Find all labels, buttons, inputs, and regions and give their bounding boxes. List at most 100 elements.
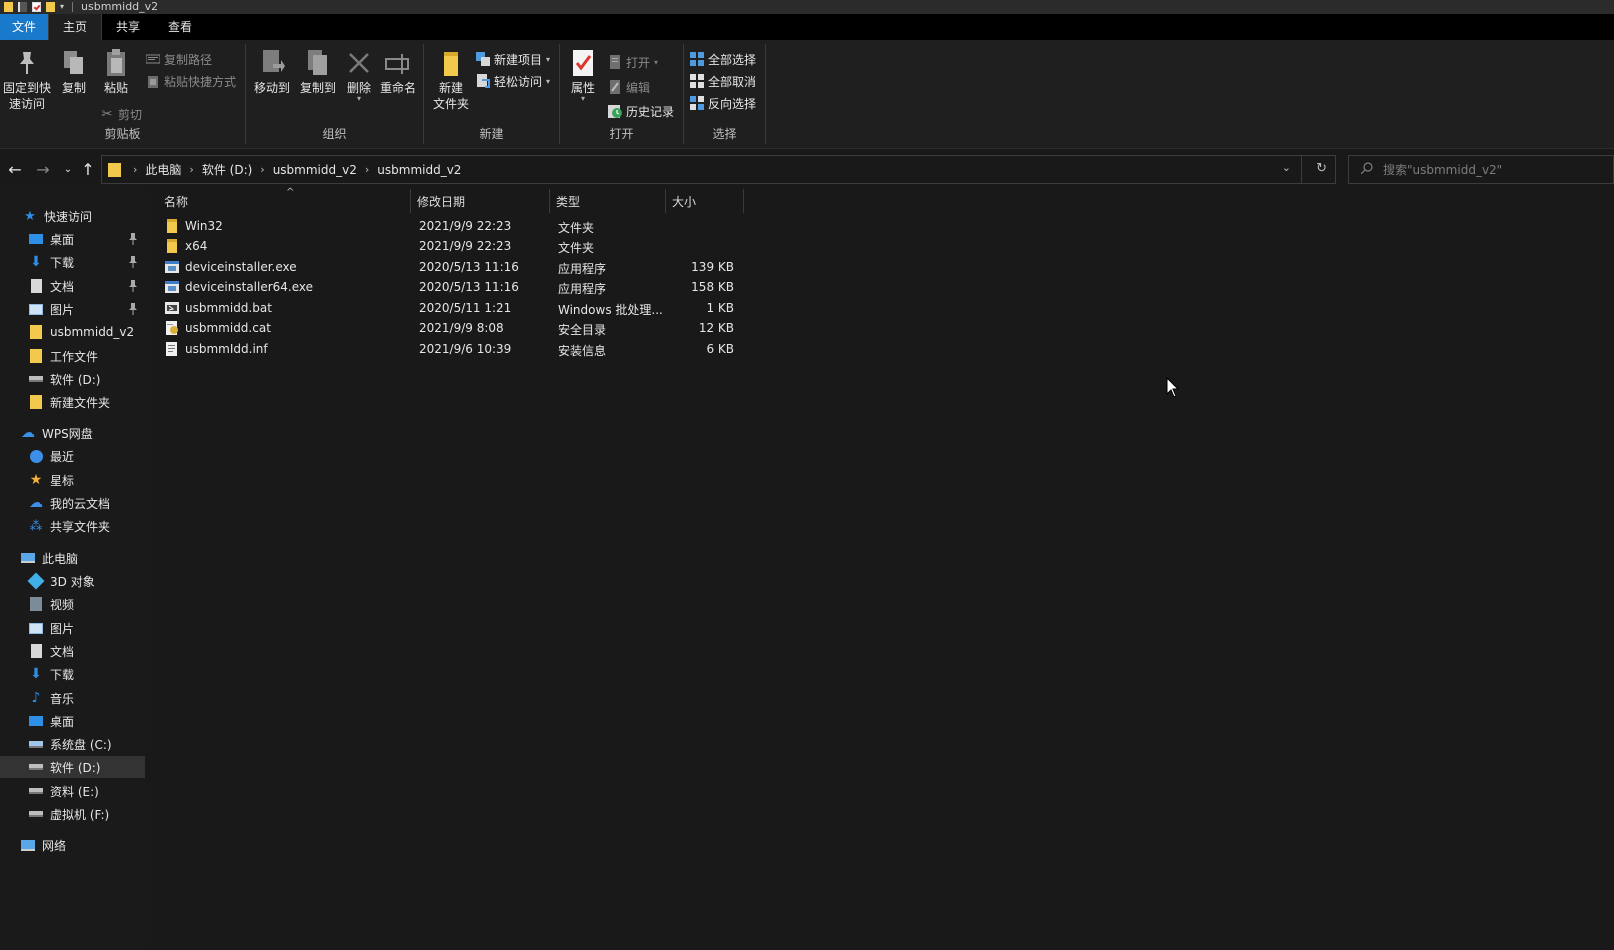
- nav-item-new-folder[interactable]: 新建文件夹: [0, 391, 145, 413]
- breadcrumb-separator-icon[interactable]: ›: [260, 163, 264, 176]
- tab-home[interactable]: 主页: [48, 14, 103, 40]
- pin-icon[interactable]: [127, 279, 139, 293]
- nav-item-my-cloud-docs[interactable]: ☁ 我的云文档: [0, 492, 145, 514]
- properties-button[interactable]: 属性 ▾: [566, 46, 600, 103]
- nav-item-drive-d-pc[interactable]: 软件 (D:): [0, 756, 145, 778]
- address-dropdown-icon[interactable]: ⌄: [1282, 161, 1291, 174]
- chevron-down-icon[interactable]: ▾: [60, 2, 64, 12]
- nav-item-drive-e[interactable]: 资料 (E:): [0, 780, 145, 802]
- nav-item-work-files[interactable]: 工作文件: [0, 345, 145, 367]
- copy-button[interactable]: 复制: [56, 46, 92, 96]
- delete-dropdown-icon[interactable]: ▾: [357, 95, 361, 103]
- file-row[interactable]: usbmmIdd.inf 2021/9/6 10:39 安装信息 6 KB: [158, 339, 758, 360]
- nav-item-pictures[interactable]: 图片: [0, 298, 145, 320]
- pin-icon[interactable]: [127, 302, 139, 316]
- tab-share[interactable]: 共享: [102, 14, 154, 40]
- back-button[interactable]: ←: [5, 159, 25, 179]
- breadcrumb-separator-icon[interactable]: ›: [189, 163, 193, 176]
- nav-item-pictures-pc[interactable]: 图片: [0, 617, 145, 639]
- nav-label: 共享文件夹: [50, 519, 111, 534]
- edit-button[interactable]: 编辑: [608, 77, 650, 97]
- nav-item-shared-folder[interactable]: ⁂ 共享文件夹: [0, 515, 145, 537]
- select-none-icon: [690, 74, 704, 88]
- nav-item-recent[interactable]: 最近: [0, 445, 145, 467]
- pin-icon[interactable]: [127, 232, 139, 246]
- nav-this-pc[interactable]: 此电脑: [0, 547, 145, 569]
- tab-view[interactable]: 查看: [154, 14, 206, 40]
- search-input[interactable]: 搜索"usbmmidd_v2": [1383, 161, 1502, 178]
- drive-icon: [28, 759, 44, 775]
- paste-shortcut-button[interactable]: 粘贴快捷方式: [146, 71, 236, 91]
- properties-dropdown-icon[interactable]: ▾: [581, 95, 585, 103]
- nav-item-music[interactable]: ♪ 音乐: [0, 687, 145, 709]
- properties-check-icon[interactable]: [32, 2, 41, 12]
- up-button[interactable]: ↑: [78, 159, 98, 179]
- drive-icon: [28, 783, 44, 799]
- easy-access-button[interactable]: 轻松访问 ▾: [476, 71, 550, 91]
- pin-quick-access-button[interactable]: 固定到快 速访问: [2, 46, 52, 112]
- column-header-type[interactable]: 类型: [550, 189, 666, 213]
- file-row[interactable]: deviceinstaller.exe 2020/5/13 11:16 应用程序 13…: [158, 257, 758, 278]
- search-box[interactable]: 搜索"usbmmidd_v2": [1348, 155, 1614, 184]
- file-row[interactable]: x64 2021/9/9 22:23 文件夹: [158, 236, 758, 257]
- copy-path-button[interactable]: 复制路径: [146, 49, 212, 69]
- breadcrumb-current[interactable]: usbmmidd_v2: [377, 163, 461, 177]
- forward-button[interactable]: →: [33, 159, 53, 179]
- select-none-button[interactable]: 全部取消: [690, 71, 756, 91]
- nav-item-downloads[interactable]: ⬇ 下载: [0, 251, 145, 273]
- nav-wps-drive[interactable]: ☁ WPS网盘: [0, 422, 145, 444]
- new-folder-button[interactable]: 新建 文件夹: [428, 46, 474, 112]
- tab-file[interactable]: 文件: [0, 14, 49, 40]
- file-row[interactable]: usbmmidd.cat 2021/9/9 8:08 安全目录 12 KB: [158, 318, 758, 339]
- nav-item-documents[interactable]: 文档: [0, 275, 145, 297]
- file-row[interactable]: usbmmidd.bat 2020/5/11 1:21 Windows 批处理...…: [158, 298, 758, 319]
- new-folder-icon[interactable]: [46, 2, 55, 12]
- breadcrumb-folder[interactable]: usbmmidd_v2: [273, 163, 357, 177]
- nav-item-downloads-pc[interactable]: ⬇ 下载: [0, 663, 145, 685]
- breadcrumb-this-pc[interactable]: 此电脑: [145, 161, 181, 178]
- breadcrumb-separator-icon[interactable]: ›: [365, 163, 369, 176]
- nav-quick-access[interactable]: ★ 快速访问: [0, 205, 145, 227]
- nav-item-usbmmidd[interactable]: usbmmidd_v2: [0, 321, 145, 343]
- bat-icon: [165, 302, 179, 314]
- delete-button[interactable]: 删除 ▾: [344, 46, 374, 103]
- history-button[interactable]: 历史记录: [608, 101, 674, 121]
- refresh-icon[interactable]: ↻: [1316, 161, 1327, 176]
- nav-item-drive-f[interactable]: 虚拟机 (F:): [0, 803, 145, 825]
- move-to-button[interactable]: 移动到: [250, 46, 294, 96]
- nav-network[interactable]: 网络: [0, 834, 145, 856]
- column-header-name[interactable]: 名称 ^: [158, 187, 411, 213]
- breadcrumb-drive-d[interactable]: 软件 (D:): [202, 161, 252, 178]
- recent-locations-button[interactable]: ⌄: [58, 159, 78, 179]
- new-folder-icon: [435, 46, 467, 80]
- separator-icon: [18, 2, 27, 12]
- nav-item-drive-d[interactable]: 软件 (D:): [0, 368, 145, 390]
- paste-button[interactable]: 粘贴: [98, 46, 134, 96]
- nav-item-documents-pc[interactable]: 文档: [0, 640, 145, 662]
- nav-item-3d-objects[interactable]: 3D 对象: [0, 570, 145, 592]
- copy-to-button[interactable]: 复制到: [296, 46, 340, 96]
- open-icon: [608, 55, 622, 69]
- pin-icon[interactable]: [127, 255, 139, 269]
- new-item-button[interactable]: 新建项目 ▾: [476, 49, 550, 69]
- select-group-label: 选择: [712, 127, 737, 141]
- select-all-button[interactable]: 全部选择: [690, 49, 756, 69]
- nav-item-videos[interactable]: 视频: [0, 593, 145, 615]
- column-header-date[interactable]: 修改日期: [411, 189, 550, 213]
- rename-button[interactable]: 重命名: [378, 46, 418, 96]
- file-row[interactable]: deviceinstaller64.exe 2020/5/13 11:16 应用程序…: [158, 277, 758, 298]
- open-button[interactable]: 打开 ▾: [608, 52, 658, 72]
- column-header-size[interactable]: 大小: [666, 189, 744, 213]
- nav-item-starred[interactable]: ★ 星标: [0, 469, 145, 491]
- nav-item-desktop-pc[interactable]: 桌面: [0, 710, 145, 732]
- cat-icon: [166, 321, 178, 335]
- ribbon-tabs: 文件 主页 共享 查看: [0, 14, 1614, 40]
- cut-button[interactable]: ✂ 剪切: [100, 104, 142, 124]
- invert-selection-button[interactable]: 反向选择: [690, 93, 756, 113]
- cut-label: 剪切: [118, 107, 143, 122]
- copy-to-label: 复制到: [299, 81, 336, 95]
- file-row[interactable]: Win32 2021/9/9 22:23 文件夹: [158, 216, 758, 237]
- nav-item-desktop[interactable]: 桌面: [0, 228, 145, 250]
- nav-item-drive-c[interactable]: 系统盘 (C:): [0, 733, 145, 755]
- address-bar[interactable]: › 此电脑 › 软件 (D:) › usbmmidd_v2 › usbmmidd_v2…: [101, 155, 1336, 184]
